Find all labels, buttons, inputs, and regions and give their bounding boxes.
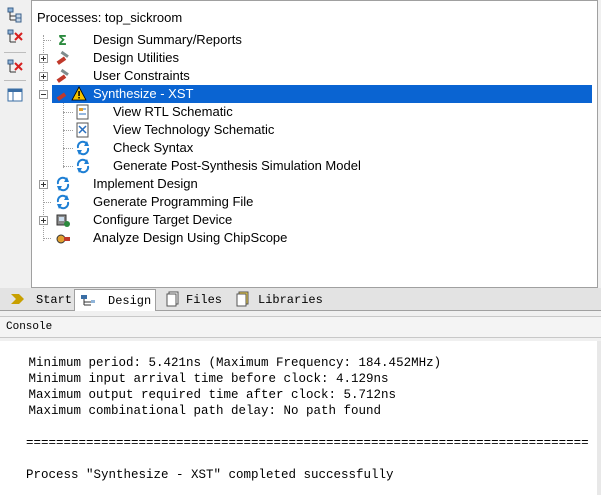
expand-icon[interactable] xyxy=(39,54,48,63)
svg-text:Σ: Σ xyxy=(58,34,67,48)
console-scrollbar[interactable] xyxy=(597,341,601,495)
refresh-icon xyxy=(76,158,90,174)
process-item-design-utilities[interactable]: Design Utilities xyxy=(32,49,592,67)
process-item-view-technology-schematic[interactable]: View Technology Schematic xyxy=(32,121,592,139)
warning-icon xyxy=(71,86,87,101)
design-icon xyxy=(81,295,95,306)
console-line: Process "Synthesize - XST" completed suc… xyxy=(26,468,394,482)
console-line: Minimum period: 5.421ns (Maximum Frequen… xyxy=(6,356,442,370)
process-item-label: Check Syntax xyxy=(113,140,194,155)
tab-label: Start xyxy=(36,293,73,307)
libraries-icon xyxy=(236,291,249,307)
tech-schematic-icon xyxy=(76,122,89,138)
schematic-icon xyxy=(76,104,89,120)
panel-layout-icon[interactable] xyxy=(6,86,24,104)
tools-icon xyxy=(56,92,67,101)
process-item-label: Synthesize - XST xyxy=(93,86,194,101)
refresh-icon xyxy=(76,140,90,156)
process-toolbar xyxy=(0,0,32,288)
process-item-label: Implement Design xyxy=(93,176,198,191)
process-item-generate-programming-file[interactable]: Generate Programming File xyxy=(32,193,592,211)
process-item-label: Generate Post-Synthesis Simulation Model xyxy=(113,158,361,173)
process-item-label: View Technology Schematic xyxy=(113,122,275,137)
tab-label: Libraries xyxy=(258,293,323,307)
processes-panel: Processes: top_sickroom Σ Design Summary… xyxy=(31,0,598,288)
process-item-implement-design[interactable]: Implement Design xyxy=(32,175,592,193)
process-item-label: Design Utilities xyxy=(93,50,179,65)
tab-start[interactable]: Start xyxy=(4,289,73,310)
process-item-view-rtl-schematic[interactable]: View RTL Schematic xyxy=(32,103,592,121)
tab-design[interactable]: Design xyxy=(74,289,156,311)
tab-label: Design xyxy=(108,294,152,308)
processes-title: Processes: top_sickroom xyxy=(37,10,183,25)
console-line: Maximum output required time after clock… xyxy=(6,388,397,402)
process-item-check-syntax[interactable]: Check Syntax xyxy=(32,139,592,157)
console-title: Console xyxy=(6,321,53,333)
files-icon xyxy=(166,291,179,307)
tools-icon xyxy=(56,50,69,65)
hierarchy-icon[interactable] xyxy=(6,6,24,24)
console-line: Minimum input arrival time before clock:… xyxy=(6,372,389,386)
console-output[interactable]: Minimum period: 5.421ns (Maximum Frequen… xyxy=(0,341,598,495)
collapse-icon[interactable] xyxy=(39,90,48,99)
process-item-label: Design Summary/Reports xyxy=(93,32,242,47)
process-item-design-summary[interactable]: Σ Design Summary/Reports xyxy=(32,31,592,49)
tools-icon xyxy=(56,68,69,83)
chipscope-icon xyxy=(56,234,70,244)
tab-libraries[interactable]: Libraries xyxy=(230,289,323,310)
process-item-post-synthesis-sim-model[interactable]: Generate Post-Synthesis Simulation Model xyxy=(32,157,592,175)
expand-icon[interactable] xyxy=(39,180,48,189)
console-header: Console xyxy=(0,316,601,338)
refresh-icon xyxy=(56,194,70,210)
console-separator: ========================================… xyxy=(26,436,589,450)
refresh-icon xyxy=(56,176,70,192)
device-icon xyxy=(56,214,70,227)
process-item-label: View RTL Schematic xyxy=(113,104,233,119)
sigma-icon: Σ xyxy=(58,34,67,48)
process-item-synthesize-xst[interactable]: Synthesize - XST xyxy=(32,85,592,103)
hierarchy-check-icon[interactable] xyxy=(6,58,24,76)
process-item-label: User Constraints xyxy=(93,68,190,83)
process-item-label: Configure Target Device xyxy=(93,212,233,227)
expand-icon[interactable] xyxy=(39,216,48,225)
start-arrow-icon xyxy=(11,294,24,304)
process-item-label: Generate Programming File xyxy=(93,194,254,209)
process-item-configure-target-device[interactable]: Configure Target Device xyxy=(32,211,592,229)
process-item-label: Analyze Design Using ChipScope xyxy=(93,230,288,245)
console-line: Maximum combinational path delay: No pat… xyxy=(6,404,382,418)
hierarchy-remove-icon[interactable] xyxy=(6,28,24,46)
tab-files[interactable]: Files xyxy=(160,289,224,310)
navigator-tabs: Start Design Files Libraries xyxy=(0,288,601,311)
process-item-analyze-chipscope[interactable]: Analyze Design Using ChipScope xyxy=(32,229,592,247)
process-item-user-constraints[interactable]: User Constraints xyxy=(32,67,592,85)
tab-label: Files xyxy=(186,293,223,307)
expand-icon[interactable] xyxy=(39,72,48,81)
